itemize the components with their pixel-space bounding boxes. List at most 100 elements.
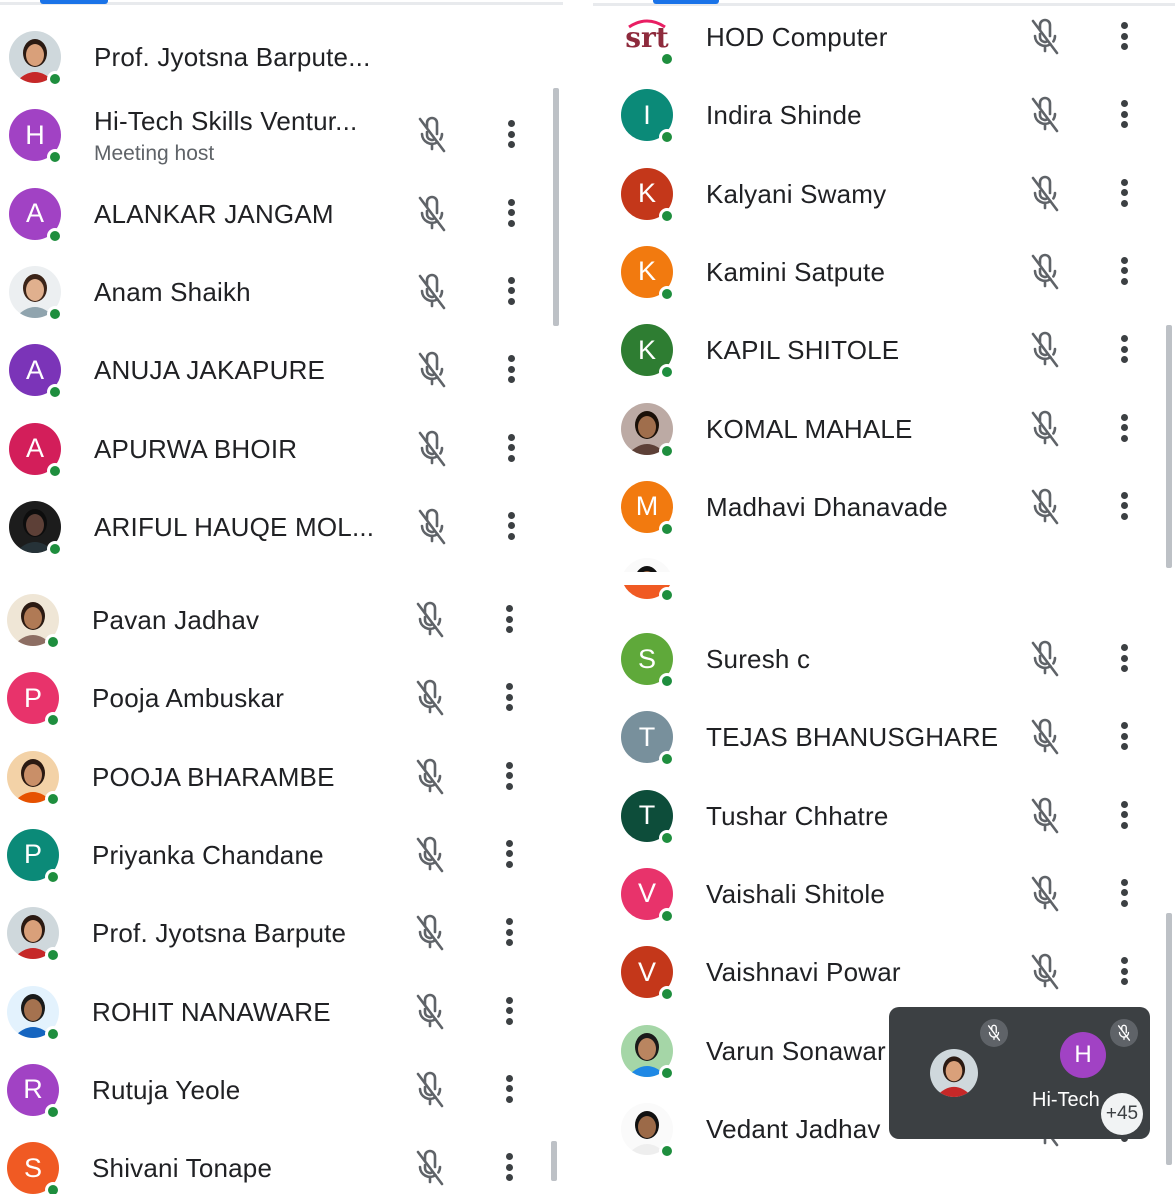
avatar-letter: T: [638, 721, 656, 752]
online-status-dot: [47, 227, 63, 244]
participant-name: KAPIL SHITOLE: [706, 335, 900, 366]
more-options-icon[interactable]: [502, 1150, 516, 1184]
participant-row[interactable]: P Priyanka Chandane: [0, 816, 563, 894]
mic-off-icon: [413, 835, 447, 875]
online-status-dot: [45, 1025, 61, 1042]
participant-row[interactable]: R Rutuja Yeole: [0, 1051, 563, 1129]
avatar-letter: K: [637, 256, 656, 287]
mic-off-icon: [1028, 95, 1062, 135]
participant-row[interactable]: A ALANKAR JANGAM: [0, 175, 563, 253]
avatar-letter: V: [637, 956, 656, 987]
participant-row[interactable]: P Pooja Ambuskar: [0, 659, 563, 737]
participant-row[interactable]: Anam Shaikh: [0, 253, 563, 331]
mic-off-icon: [1028, 330, 1062, 370]
participant-row[interactable]: KOMAL MAHALE: [593, 390, 1175, 468]
more-options-icon[interactable]: [1117, 411, 1131, 445]
online-status-dot: [45, 634, 61, 650]
avatar-letter: A: [25, 433, 44, 463]
mic-off-icon: [1028, 717, 1062, 757]
more-options-icon[interactable]: [1117, 954, 1131, 988]
participant-row[interactable]: srt HOD Computer: [593, 0, 1175, 76]
participant-row[interactable]: K KAPIL SHITOLE: [593, 311, 1175, 389]
more-options-icon[interactable]: [1117, 719, 1131, 753]
more-options-icon[interactable]: [1117, 798, 1131, 832]
active-tab-indicator: [40, 0, 108, 4]
more-options-icon[interactable]: [1117, 641, 1131, 675]
participant-row[interactable]: T TEJAS BHANUSGHARE: [593, 698, 1175, 776]
participant-row[interactable]: V Vaishali Shitole: [593, 855, 1175, 933]
participant-row[interactable]: Pavan Jadhav: [0, 585, 563, 659]
participants-panel-left-top: Prof. Jyotsna Barpute... H Hi-Tech Skills …: [0, 0, 563, 570]
participant-row[interactable]: I Indira Shinde: [593, 76, 1175, 154]
pip-avatar-initial: H: [1060, 1032, 1106, 1078]
mic-off-icon: [413, 757, 447, 797]
online-status-dot: [659, 587, 675, 603]
more-options-icon[interactable]: [504, 509, 518, 543]
more-options-icon[interactable]: [502, 915, 516, 949]
more-options-icon[interactable]: [1117, 489, 1131, 523]
avatar-letter: P: [23, 839, 42, 870]
mic-off-icon: [1028, 487, 1062, 527]
online-status-dot: [47, 462, 63, 479]
avatar-letter: K: [637, 178, 656, 209]
more-options-icon[interactable]: [502, 994, 516, 1028]
online-status-dot: [659, 829, 675, 846]
online-status-dot: [45, 712, 61, 729]
more-options-icon[interactable]: [504, 431, 518, 465]
participant-name: ARIFUL HAUQE MOL...: [94, 511, 375, 542]
more-options-icon[interactable]: [502, 1072, 516, 1106]
participant-row[interactable]: M Madhavi Dhanavade: [593, 468, 1175, 546]
mic-off-icon: [413, 600, 447, 640]
more-options-icon[interactable]: [504, 196, 518, 230]
participant-name: Anam Shaikh: [94, 276, 251, 307]
participant-row[interactable]: Prof. Jyotsna Barpute: [0, 894, 563, 972]
mic-off-icon: [413, 678, 447, 718]
participant-row[interactable]: H Hi-Tech Skills Ventur... Meeting host: [0, 96, 563, 174]
participant-row[interactable]: S Shivani Tonape: [0, 1129, 563, 1194]
more-options-icon[interactable]: [502, 680, 516, 714]
more-options-icon[interactable]: [1117, 97, 1131, 131]
participant-row[interactable]: K Kamini Satpute: [593, 233, 1175, 311]
participant-row[interactable]: T Tushar Chhatre: [593, 777, 1175, 855]
mic-off-icon: [1028, 952, 1062, 992]
more-options-icon[interactable]: [1117, 332, 1131, 366]
avatar-letter: T: [638, 800, 656, 831]
participant-row[interactable]: A ANUJA JAKAPURE: [0, 331, 563, 409]
more-options-icon[interactable]: [1117, 876, 1131, 910]
more-options-icon[interactable]: [502, 837, 516, 871]
online-status-dot: [659, 751, 675, 768]
more-options-icon[interactable]: [504, 117, 518, 151]
more-options-icon[interactable]: [1117, 19, 1131, 53]
mic-off-icon: [1028, 252, 1062, 292]
participant-name: Prof. Jyotsna Barpute...: [94, 42, 371, 72]
pip-more-participants-badge[interactable]: +45: [1101, 1093, 1143, 1135]
online-status-dot: [47, 149, 63, 166]
more-options-icon[interactable]: [502, 602, 516, 636]
participant-name: Kamini Satpute: [706, 256, 886, 287]
online-status-dot: [45, 868, 61, 885]
participant-row[interactable]: ARIFUL HAUQE MOL...: [0, 488, 563, 566]
online-status-dot: [45, 790, 61, 807]
participant-name: KOMAL MAHALE: [706, 413, 913, 444]
participant-row[interactable]: V Vaishnavi Powar: [593, 933, 1175, 1011]
picture-in-picture-window[interactable]: H Hi-Tech +45: [889, 1007, 1150, 1139]
online-status-dot: [45, 947, 61, 964]
mic-off-icon: [1028, 874, 1062, 914]
online-status-dot: [47, 540, 63, 557]
more-options-icon[interactable]: [1117, 254, 1131, 288]
participant-name: Shivani Tonape: [92, 1153, 273, 1184]
participant-name: Suresh c: [706, 644, 811, 674]
more-options-icon[interactable]: [504, 352, 518, 386]
participant-name: TEJAS BHANUSGHARE: [706, 722, 999, 753]
more-options-icon[interactable]: [1117, 176, 1131, 210]
participant-row[interactable]: S Suresh c: [593, 620, 1175, 698]
participant-row[interactable]: K Kalyani Swamy: [593, 155, 1175, 233]
participant-row[interactable]: POOJA BHARAMBE: [0, 738, 563, 816]
participant-row[interactable]: Prof. Jyotsna Barpute...: [0, 18, 563, 96]
more-options-icon[interactable]: [502, 759, 516, 793]
more-options-icon[interactable]: [504, 274, 518, 308]
mic-off-icon: [1028, 174, 1062, 214]
mic-off-icon: [413, 913, 447, 953]
participant-row[interactable]: A APURWA BHOIR: [0, 410, 563, 488]
participant-row[interactable]: ROHIT NANAWARE: [0, 973, 563, 1051]
